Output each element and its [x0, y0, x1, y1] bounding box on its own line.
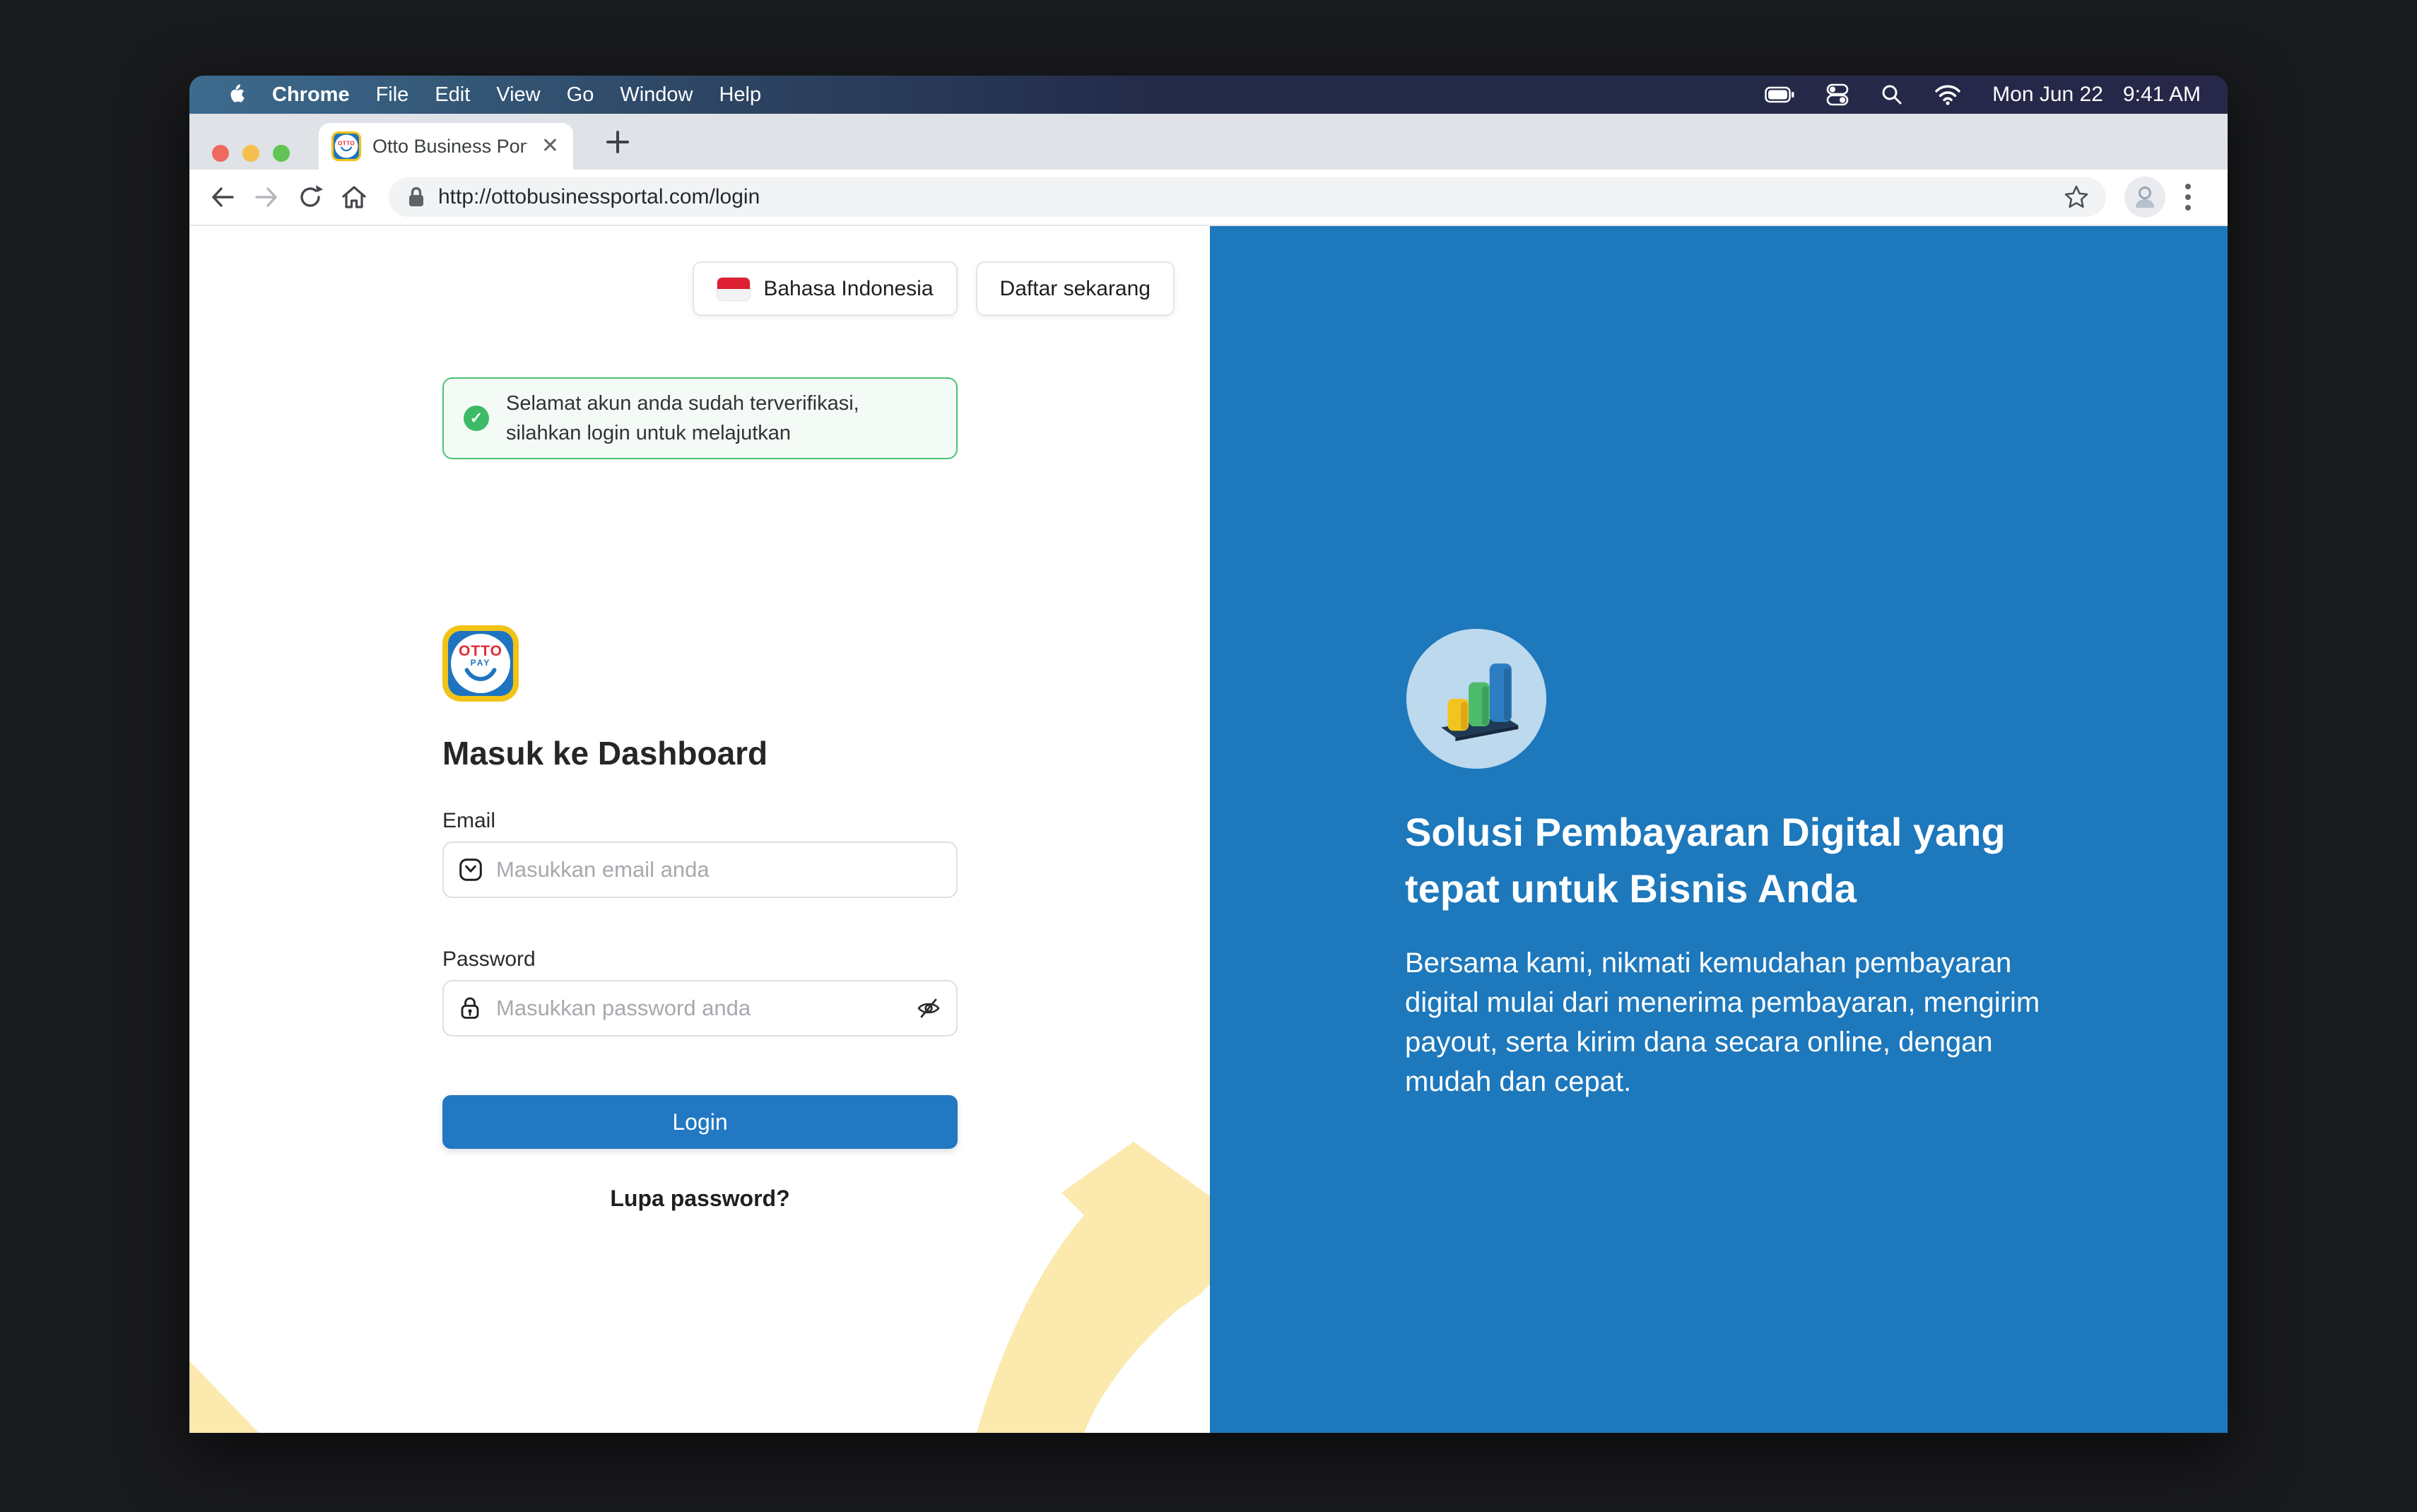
browser-toolbar: http://ottobusinessportal.com/login: [189, 170, 2228, 226]
login-heading: Masuk ke Dashboard: [442, 734, 958, 772]
lock-icon[interactable]: [406, 185, 427, 209]
register-button[interactable]: Daftar sekarang: [976, 261, 1175, 316]
smile-icon: [461, 668, 500, 683]
menubar-item-go[interactable]: Go: [567, 83, 594, 107]
macos-menubar: Chrome File Edit View Go Window Help Mon…: [189, 76, 2228, 114]
email-input[interactable]: [442, 841, 958, 898]
tab-title: Otto Business Portal: [372, 136, 527, 158]
menubar-item-file[interactable]: File: [376, 83, 409, 107]
password-input[interactable]: [442, 980, 958, 1036]
back-button[interactable]: [206, 181, 239, 213]
indonesia-flag-icon: [717, 277, 751, 301]
page-content: Bahasa Indonesia Daftar sekarang ✓ Selam…: [189, 226, 2228, 1433]
login-button[interactable]: Login: [442, 1095, 958, 1149]
wifi-icon[interactable]: [1934, 84, 1961, 105]
profile-avatar-icon[interactable]: [2124, 177, 2165, 218]
language-button[interactable]: Bahasa Indonesia: [693, 261, 957, 316]
menubar-item-window[interactable]: Window: [620, 83, 693, 107]
browser-window: Chrome File Edit View Go Window Help Mon…: [189, 76, 2228, 1433]
bookmark-star-icon[interactable]: [2064, 184, 2089, 210]
browser-menu-icon[interactable]: [2184, 182, 2192, 213]
email-icon: [458, 857, 483, 882]
home-button[interactable]: [338, 181, 370, 213]
url-text[interactable]: http://ottobusinessportal.com/login: [438, 185, 760, 209]
email-label: Email: [442, 809, 958, 833]
tab-close-icon[interactable]: ✕: [539, 136, 562, 157]
hero-panel: Solusi Pembayaran Digital yang tepat unt…: [1210, 226, 2228, 1433]
hero-body: Bersama kami, nikmati kemudahan pembayar…: [1405, 943, 2066, 1101]
new-tab-button[interactable]: [602, 126, 633, 158]
minimize-window-button[interactable]: [242, 145, 259, 162]
toggle-password-visibility-icon[interactable]: [915, 996, 942, 1020]
battery-icon[interactable]: [1765, 86, 1794, 103]
tab-strip: OTTO Otto Business Portal ✕: [189, 114, 2228, 170]
login-panel: Bahasa Indonesia Daftar sekarang ✓ Selam…: [189, 226, 1210, 1433]
menubar-item-view[interactable]: View: [496, 83, 540, 107]
ottopay-logo: OTTO PAY: [442, 625, 519, 702]
login-form: OTTO PAY Masuk ke Dashboard Email Passwo…: [442, 625, 958, 1212]
success-alert: ✓ Selamat akun anda sudah terverifikasi,…: [442, 377, 958, 459]
password-label: Password: [442, 947, 958, 971]
zoom-window-button[interactable]: [273, 145, 290, 162]
menubar-date: Mon Jun 22: [1992, 83, 2103, 107]
browser-tab[interactable]: OTTO Otto Business Portal ✕: [319, 123, 573, 170]
lock-field-icon: [458, 996, 482, 1021]
check-circle-icon: ✓: [464, 406, 489, 431]
reload-button[interactable]: [294, 181, 327, 213]
forward-button[interactable]: [250, 181, 283, 213]
menubar-item-edit[interactable]: Edit: [435, 83, 470, 107]
menubar-item-help[interactable]: Help: [719, 83, 761, 107]
close-window-button[interactable]: [212, 145, 229, 162]
tab-favicon: OTTO: [331, 131, 361, 161]
bar-chart-icon: [1406, 629, 1546, 769]
alert-message: Selamat akun anda sudah terverifikasi, s…: [506, 389, 936, 448]
hero-heading: Solusi Pembayaran Digital yang tepat unt…: [1405, 804, 2090, 917]
address-bar[interactable]: http://ottobusinessportal.com/login: [389, 177, 2106, 217]
menubar-time: 9:41 AM: [2123, 83, 2201, 107]
spotlight-search-icon[interactable]: [1881, 83, 1903, 106]
apple-logo-icon[interactable]: [225, 83, 246, 107]
menubar-item-chrome[interactable]: Chrome: [272, 83, 350, 107]
control-center-icon[interactable]: [1825, 82, 1849, 107]
forgot-password-link[interactable]: Lupa password?: [442, 1186, 958, 1212]
